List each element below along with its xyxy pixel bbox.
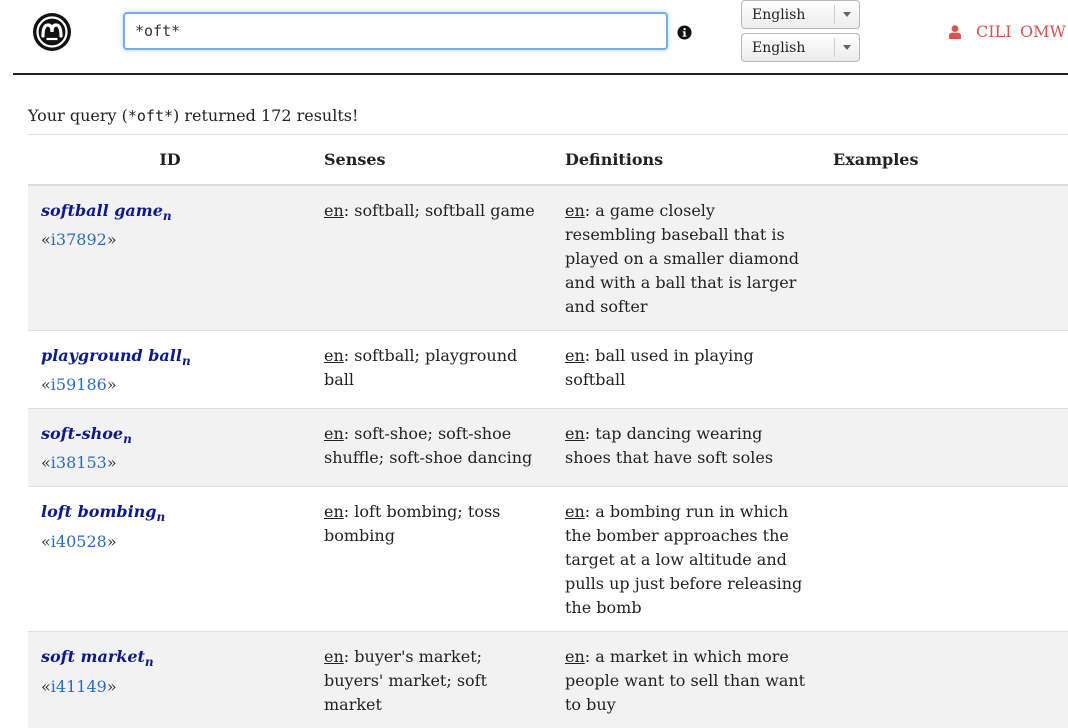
table-row: playground balln «i59186» en: softball; …: [28, 329, 1068, 409]
ili-link[interactable]: i38153: [51, 453, 107, 472]
senses-text: soft-shoe; soft-shoe shuffle; soft-shoe …: [324, 424, 533, 468]
synset-id-cell: softball gamen «i37892»: [28, 184, 312, 331]
definition-text: a bombing run in which the bomber approa…: [565, 502, 803, 618]
lemma-text: loft bombing: [41, 502, 157, 522]
search-input[interactable]: [123, 12, 668, 50]
lang-tag[interactable]: en: [565, 201, 585, 220]
definition-cell: en: a market in which more people want t…: [553, 631, 821, 728]
source-language-select[interactable]: English: [741, 0, 860, 29]
omw-logo-icon[interactable]: [32, 12, 72, 52]
definition-cell: en: a game closely resembling baseball t…: [553, 184, 821, 331]
senses-cell: en: loft bombing; toss bombing: [312, 486, 553, 632]
senses-text: buyer's market; buyers' market; soft mar…: [324, 647, 488, 715]
examples-cell: [821, 486, 1068, 632]
synset-lemma-link[interactable]: soft marketn: [41, 647, 154, 669]
source-language-label: English: [752, 7, 806, 23]
senses-cell: en: soft-shoe; soft-shoe shuffle; soft-s…: [312, 408, 553, 487]
query-summary-suffix: ) returned 172 results!: [173, 106, 359, 125]
synset-id-cell: soft marketn «i41149»: [28, 631, 312, 728]
definition-cell: en: tap dancing wearing shoes that have …: [553, 408, 821, 487]
senses-text: softball; softball game: [354, 201, 535, 220]
definition-cell: en: ball used in playing softball: [553, 329, 821, 409]
senses-cell: en: buyer's market; buyers' market; soft…: [312, 631, 553, 728]
user-icon[interactable]: [949, 25, 961, 39]
synset-lemma-link[interactable]: loft bombingn: [41, 502, 165, 524]
synset-id-cell: loft bombingn «i40528»: [28, 486, 312, 632]
synset-id-cell: playground balln «i59186»: [28, 329, 312, 409]
query-summary: Your query (*oft*) returned 172 results!: [28, 106, 358, 125]
column-header-id: ID: [28, 134, 312, 186]
examples-cell: [821, 184, 1068, 331]
query-summary-prefix: Your query (: [28, 106, 128, 125]
ili-link[interactable]: i41149: [51, 677, 107, 696]
senses-cell: en: softball; softball game: [312, 184, 553, 331]
lang-tag[interactable]: en: [324, 502, 344, 521]
lang-tag[interactable]: en: [565, 424, 585, 443]
pos-subscript: n: [162, 209, 172, 224]
senses-text: loft bombing; toss bombing: [324, 502, 501, 546]
table-row: soft marketn «i41149» en: buyer's market…: [28, 631, 1068, 728]
ili-link[interactable]: i59186: [51, 375, 107, 394]
pos-subscript: n: [156, 510, 166, 525]
query-text: *oft*: [127, 107, 174, 125]
display-language-label: English: [752, 40, 806, 56]
senses-cell: en: softball; playground ball: [312, 329, 553, 409]
header-divider: [13, 73, 1068, 75]
synset-lemma-link[interactable]: softball gamen: [41, 201, 172, 224]
lang-tag[interactable]: en: [565, 502, 585, 521]
table-row: soft-shoen «i38153» en: soft-shoe; soft-…: [28, 408, 1068, 487]
ili-link[interactable]: i37892: [51, 230, 107, 249]
synset-lemma-link[interactable]: playground balln: [41, 346, 191, 369]
definition-text: tap dancing wearing shoes that have soft…: [565, 424, 774, 468]
table-header-row: ID Senses Definitions Examples: [28, 134, 1068, 186]
definition-text: ball used in playing softball: [565, 346, 754, 389]
synset-id-cell: soft-shoen «i38153»: [28, 408, 312, 487]
lemma-text: playground ball: [41, 346, 182, 365]
ili-reference: «i40528»: [41, 531, 117, 551]
lang-tag[interactable]: en: [324, 346, 344, 365]
select-divider: [834, 5, 835, 24]
lemma-text: softball game: [41, 201, 163, 220]
chevron-down-icon: [843, 12, 851, 17]
lang-tag[interactable]: en: [565, 647, 585, 666]
definition-text: a game closely resembling baseball that …: [565, 201, 799, 316]
column-header-examples: Examples: [821, 134, 1068, 186]
pos-subscript: n: [144, 655, 154, 670]
chevron-down-icon: [843, 45, 851, 50]
lemma-text: soft market: [41, 647, 145, 667]
ili-link[interactable]: i40528: [51, 532, 107, 551]
table-row: softball gamen «i37892» en: softball; so…: [28, 184, 1068, 331]
pos-subscript: n: [181, 354, 191, 369]
lemma-text: soft-shoe: [41, 424, 124, 444]
column-header-senses: Senses: [312, 134, 553, 186]
header: English English CILI OMW: [0, 0, 1068, 75]
lang-tag[interactable]: en: [324, 647, 344, 666]
ili-reference: «i59186»: [41, 375, 117, 395]
ili-reference: «i41149»: [41, 676, 117, 696]
ili-reference: «i37892»: [41, 230, 117, 250]
examples-cell: [821, 408, 1068, 487]
nav-link-cili[interactable]: CILI: [976, 22, 1012, 41]
results-table: ID Senses Definitions Examples softball …: [28, 134, 1068, 728]
lang-tag[interactable]: en: [565, 346, 585, 365]
definition-text: a market in which more people want to se…: [565, 647, 806, 715]
column-header-definitions: Definitions: [553, 134, 821, 186]
display-language-select[interactable]: English: [741, 33, 860, 62]
table-row: loft bombingn «i40528» en: loft bombing;…: [28, 486, 1068, 632]
examples-cell: [821, 631, 1068, 728]
synset-lemma-link[interactable]: soft-shoen: [41, 424, 132, 447]
definition-cell: en: a bombing run in which the bomber ap…: [553, 486, 821, 632]
nav-link-omw[interactable]: OMW: [1020, 22, 1066, 41]
examples-cell: [821, 329, 1068, 409]
select-divider: [834, 38, 835, 57]
senses-text: softball; playground ball: [324, 346, 518, 389]
info-icon[interactable]: [677, 25, 692, 40]
pos-subscript: n: [123, 432, 132, 447]
ili-reference: «i38153»: [41, 453, 117, 473]
lang-tag[interactable]: en: [324, 424, 344, 443]
lang-tag[interactable]: en: [324, 201, 344, 220]
